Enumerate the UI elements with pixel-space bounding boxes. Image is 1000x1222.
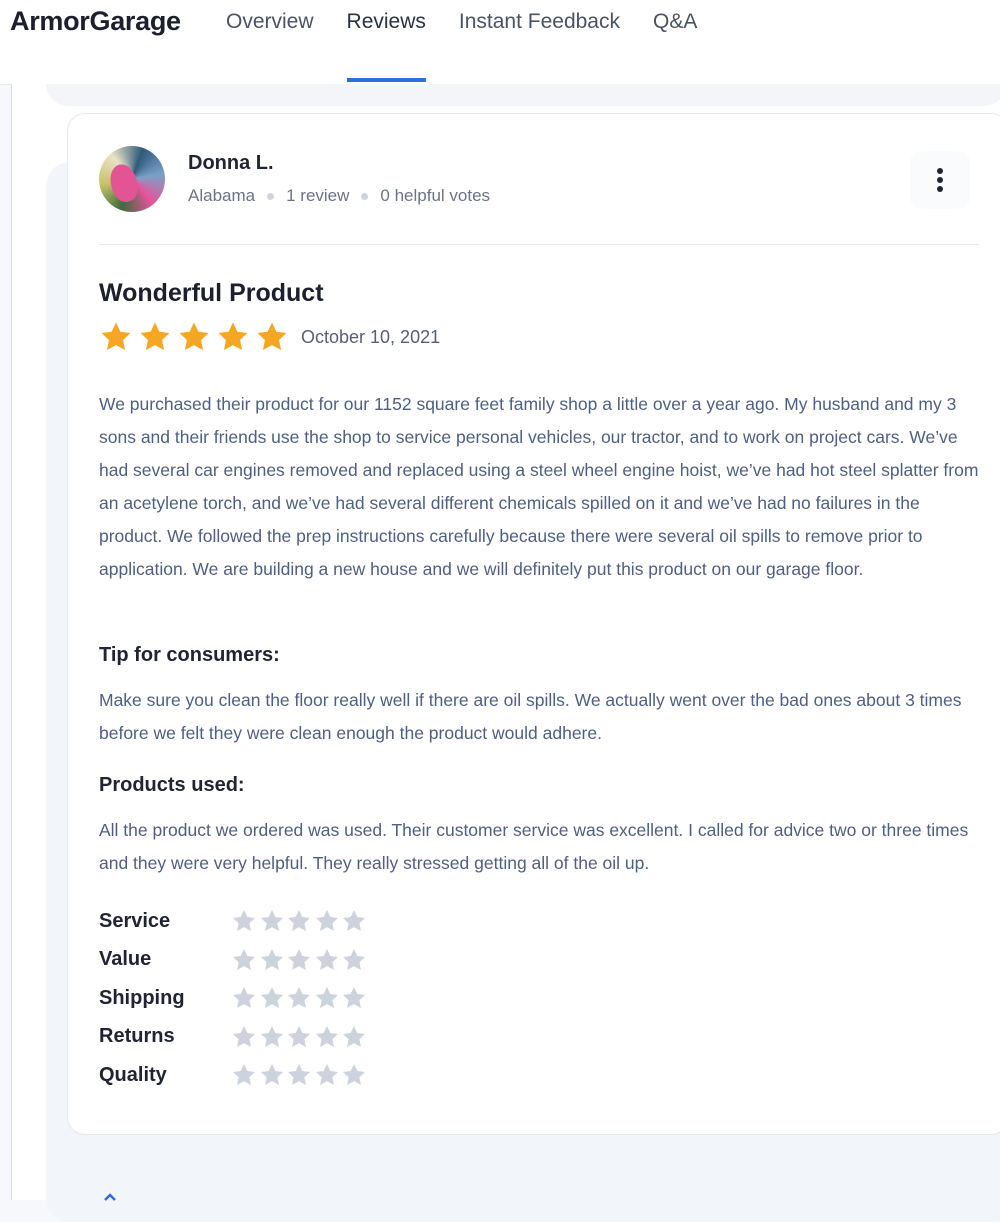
star-icon [232, 948, 256, 970]
overall-rating-stars [99, 320, 294, 354]
rating-stars [231, 908, 369, 934]
star-icon [287, 948, 311, 970]
review-card: Donna L. Alabama 1 review 0 helpful vote… [67, 113, 1000, 1201]
more-options-button[interactable] [910, 151, 970, 209]
star-icon [342, 987, 366, 1009]
rating-row-service: Service [99, 902, 369, 941]
brand-logo[interactable]: ArmorGarage [10, 6, 181, 37]
separator-dot [361, 192, 369, 200]
chevron-up-icon [104, 1193, 116, 1201]
star-icon [287, 1025, 311, 1047]
star-icon [232, 987, 256, 1009]
star-icon [315, 1025, 338, 1047]
review-title: Wonderful Product [99, 279, 324, 307]
rating-row-returns: Returns [99, 1018, 369, 1057]
rating-stars [231, 1024, 369, 1050]
star-icon [287, 910, 311, 932]
avatar [99, 146, 165, 212]
star-icon [315, 948, 338, 970]
reviewer-review-count: 1 review [286, 186, 350, 205]
star-icon [260, 1025, 283, 1047]
star-icon [257, 322, 287, 351]
star-icon [287, 1064, 311, 1086]
vertical-dots-icon [937, 168, 943, 192]
rating-label: Service [99, 909, 171, 932]
star-icon [342, 910, 366, 932]
rating-row-value: Value [99, 941, 369, 980]
star-icon [287, 987, 311, 1009]
star-icon [232, 1064, 256, 1086]
tab-qa[interactable]: Q&A [653, 0, 697, 84]
tab-instant-feedback[interactable]: Instant Feedback [459, 0, 620, 84]
tab-reviews[interactable]: Reviews [346, 0, 427, 84]
star-icon [232, 910, 256, 932]
reviewer-location: Alabama [188, 186, 256, 205]
star-icon [140, 322, 170, 351]
star-icon [260, 948, 283, 970]
top-navigation-bar: ArmorGarage Overview Reviews Instant Fee… [0, 0, 1000, 85]
tip-heading: Tip for consumers: [99, 644, 280, 666]
rating-label: Value [99, 948, 152, 971]
star-icon [342, 948, 366, 970]
reviewer-name: Donna L. [188, 152, 274, 174]
star-icon [315, 910, 338, 932]
reviewer-helpful-votes: 0 helpful votes [380, 186, 491, 205]
tip-text: Make sure you clean the floor really wel… [99, 690, 962, 743]
products-text: All the product we ordered was used. The… [99, 820, 969, 873]
rating-label: Returns [99, 1025, 175, 1048]
separator-dot [267, 192, 275, 200]
star-icon [260, 987, 283, 1009]
products-heading: Products used: [99, 774, 245, 796]
reviewer-meta: Alabama 1 review 0 helpful votes [188, 186, 490, 206]
star-icon [315, 1064, 338, 1086]
star-icon [260, 910, 283, 932]
rating-stars [231, 1062, 369, 1088]
review-date: October 10, 2021 [301, 327, 441, 347]
rating-row-shipping: Shipping [99, 979, 369, 1018]
star-icon [218, 322, 248, 351]
rating-stars [231, 985, 369, 1011]
rating-label: Shipping [99, 986, 185, 1009]
sub-ratings: Service Value Shipping Returns Quality [99, 902, 369, 1095]
star-icon [342, 1025, 366, 1047]
rating-label: Quality [99, 1063, 167, 1086]
rating-row-quality: Quality [99, 1056, 369, 1095]
rating-stars [231, 947, 369, 973]
tab-overview[interactable]: Overview [226, 0, 314, 84]
divider [99, 244, 979, 245]
review-body: We purchased their product for our 1152 … [99, 394, 979, 579]
previous-review-card [46, 84, 1000, 106]
star-icon [260, 1064, 283, 1086]
star-icon [101, 322, 131, 351]
star-icon [179, 322, 209, 351]
tab-list: Overview Reviews Instant Feedback Q&A [226, 0, 730, 84]
show-less-link[interactable] [103, 1192, 135, 1202]
star-icon [232, 1025, 256, 1047]
star-icon [342, 1064, 366, 1086]
star-icon [315, 987, 338, 1009]
